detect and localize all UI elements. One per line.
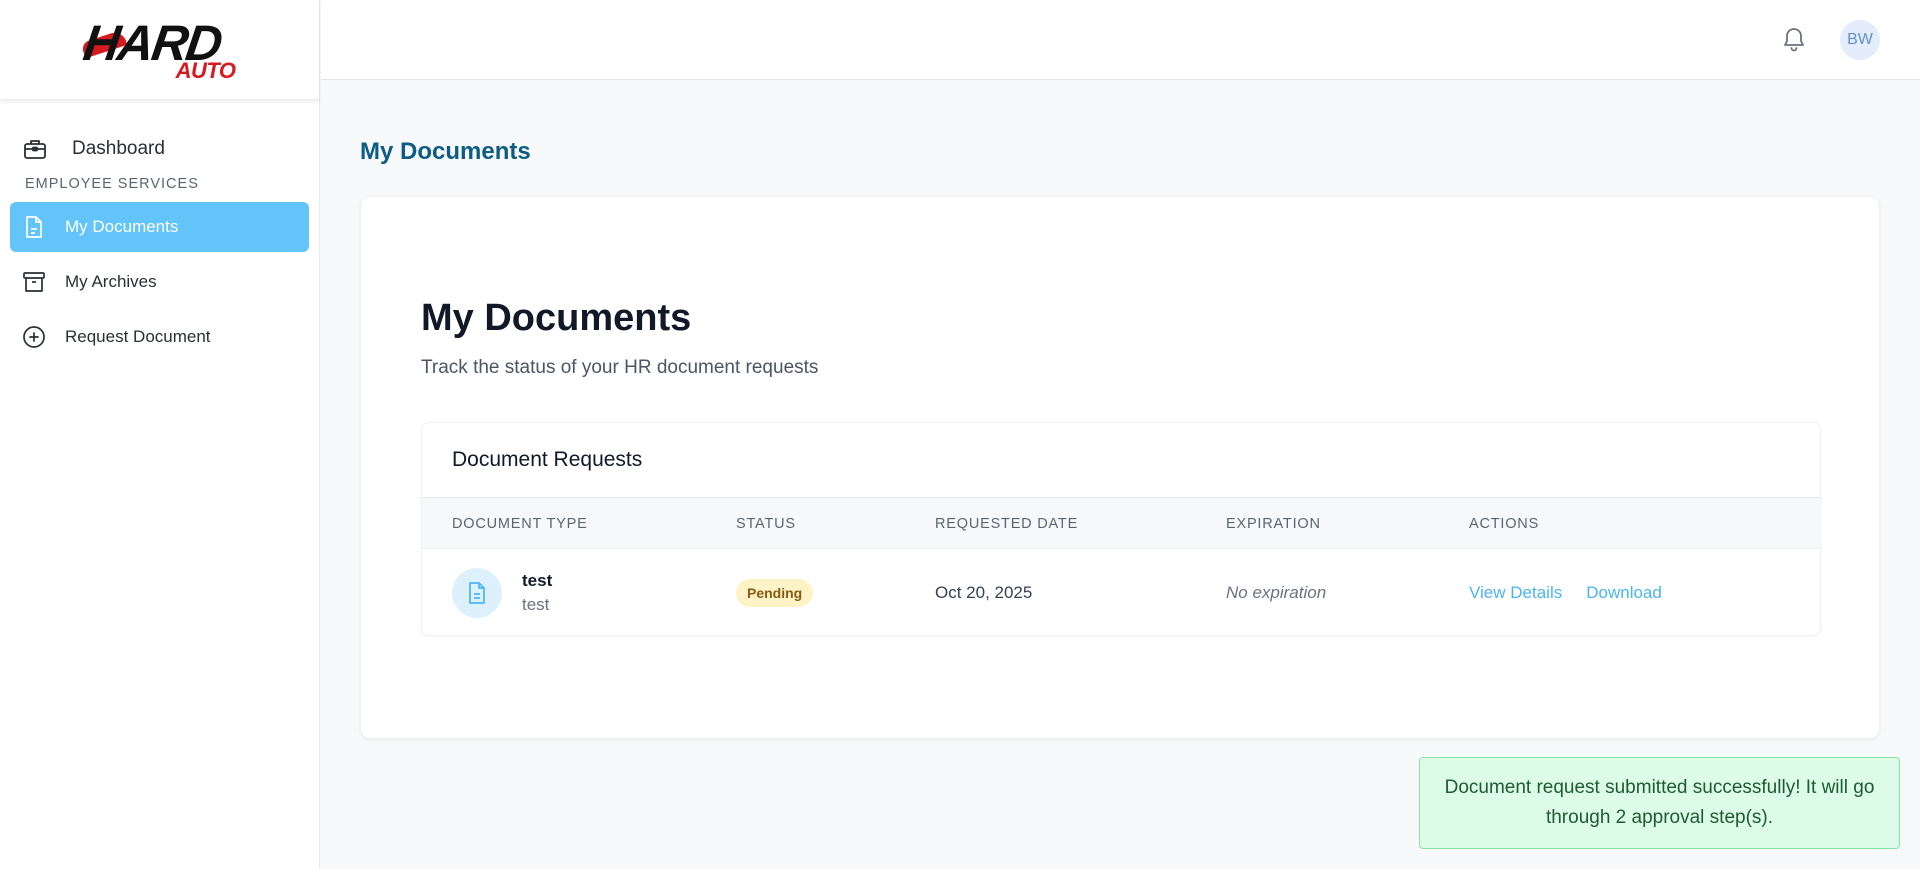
success-toast[interactable]: Document request submitted successfully!… <box>1419 757 1900 849</box>
sidebar-item-label: Request Document <box>65 327 211 346</box>
page-title: My Documents <box>360 138 531 165</box>
logo-container: HARD AUTO <box>0 0 319 100</box>
sidebar-item-label: Dashboard <box>72 138 165 159</box>
sidebar-item-my-documents[interactable]: My Documents <box>10 202 309 252</box>
table-row: test test Pending Oct 20, 2025 No expira… <box>422 549 1820 635</box>
actions-cell: View Details Download <box>1469 549 1686 635</box>
table-heading: Document Requests <box>422 423 1820 498</box>
document-names: test test <box>522 569 552 617</box>
view-details-link[interactable]: View Details <box>1469 583 1562 603</box>
sidebar: HARD AUTO Dashboard EMPLOYEE SERVICES My… <box>0 0 320 869</box>
logo-text-sub: AUTO <box>175 57 236 83</box>
expiration-value: No expiration <box>1226 582 1327 602</box>
document-icon <box>22 215 46 239</box>
sidebar-nav: Dashboard EMPLOYEE SERVICES My Documents <box>0 100 319 362</box>
column-header-document-type: DOCUMENT TYPE <box>452 515 588 532</box>
table-header-row: DOCUMENT TYPE STATUS REQUESTED DATE EXPI… <box>422 498 1820 549</box>
documents-card: My Documents Track the status of your HR… <box>360 196 1880 739</box>
archive-icon <box>22 270 46 294</box>
bell-icon[interactable] <box>1780 25 1808 53</box>
section-label-employee-services: EMPLOYEE SERVICES <box>25 176 199 192</box>
document-requests-table: Document Requests DOCUMENT TYPE STATUS R… <box>421 422 1821 636</box>
column-header-requested-date: REQUESTED DATE <box>935 515 1079 532</box>
expiration-cell: No expiration <box>1226 549 1327 635</box>
top-bar: BW <box>321 0 1920 80</box>
briefcase-icon <box>22 136 48 162</box>
requested-date: Oct 20, 2025 <box>935 582 1033 602</box>
plus-circle-icon <box>22 325 46 349</box>
sidebar-item-request-document[interactable]: Request Document <box>10 312 309 362</box>
user-avatar[interactable]: BW <box>1840 20 1880 60</box>
hard-auto-logo[interactable]: HARD AUTO <box>70 15 250 84</box>
sidebar-item-label: My Archives <box>65 272 157 291</box>
document-type-cell: test test <box>452 549 552 635</box>
sidebar-item-dashboard[interactable]: Dashboard <box>0 126 319 172</box>
document-name: test <box>522 570 553 590</box>
status-cell: Pending <box>736 549 814 635</box>
download-link[interactable]: Download <box>1586 583 1662 603</box>
requested-date-cell: Oct 20, 2025 <box>935 549 1033 635</box>
card-subtitle: Track the status of your HR document req… <box>421 357 819 378</box>
sidebar-item-label: My Documents <box>65 217 179 236</box>
status-badge: Pending <box>736 578 814 607</box>
document-description: test <box>522 594 550 614</box>
column-header-status: STATUS <box>736 515 796 532</box>
card-title: My Documents <box>421 297 692 339</box>
column-header-expiration: EXPIRATION <box>1226 515 1321 532</box>
document-icon <box>452 567 502 618</box>
sidebar-item-my-archives[interactable]: My Archives <box>10 257 309 307</box>
column-header-actions: ACTIONS <box>1469 515 1540 532</box>
